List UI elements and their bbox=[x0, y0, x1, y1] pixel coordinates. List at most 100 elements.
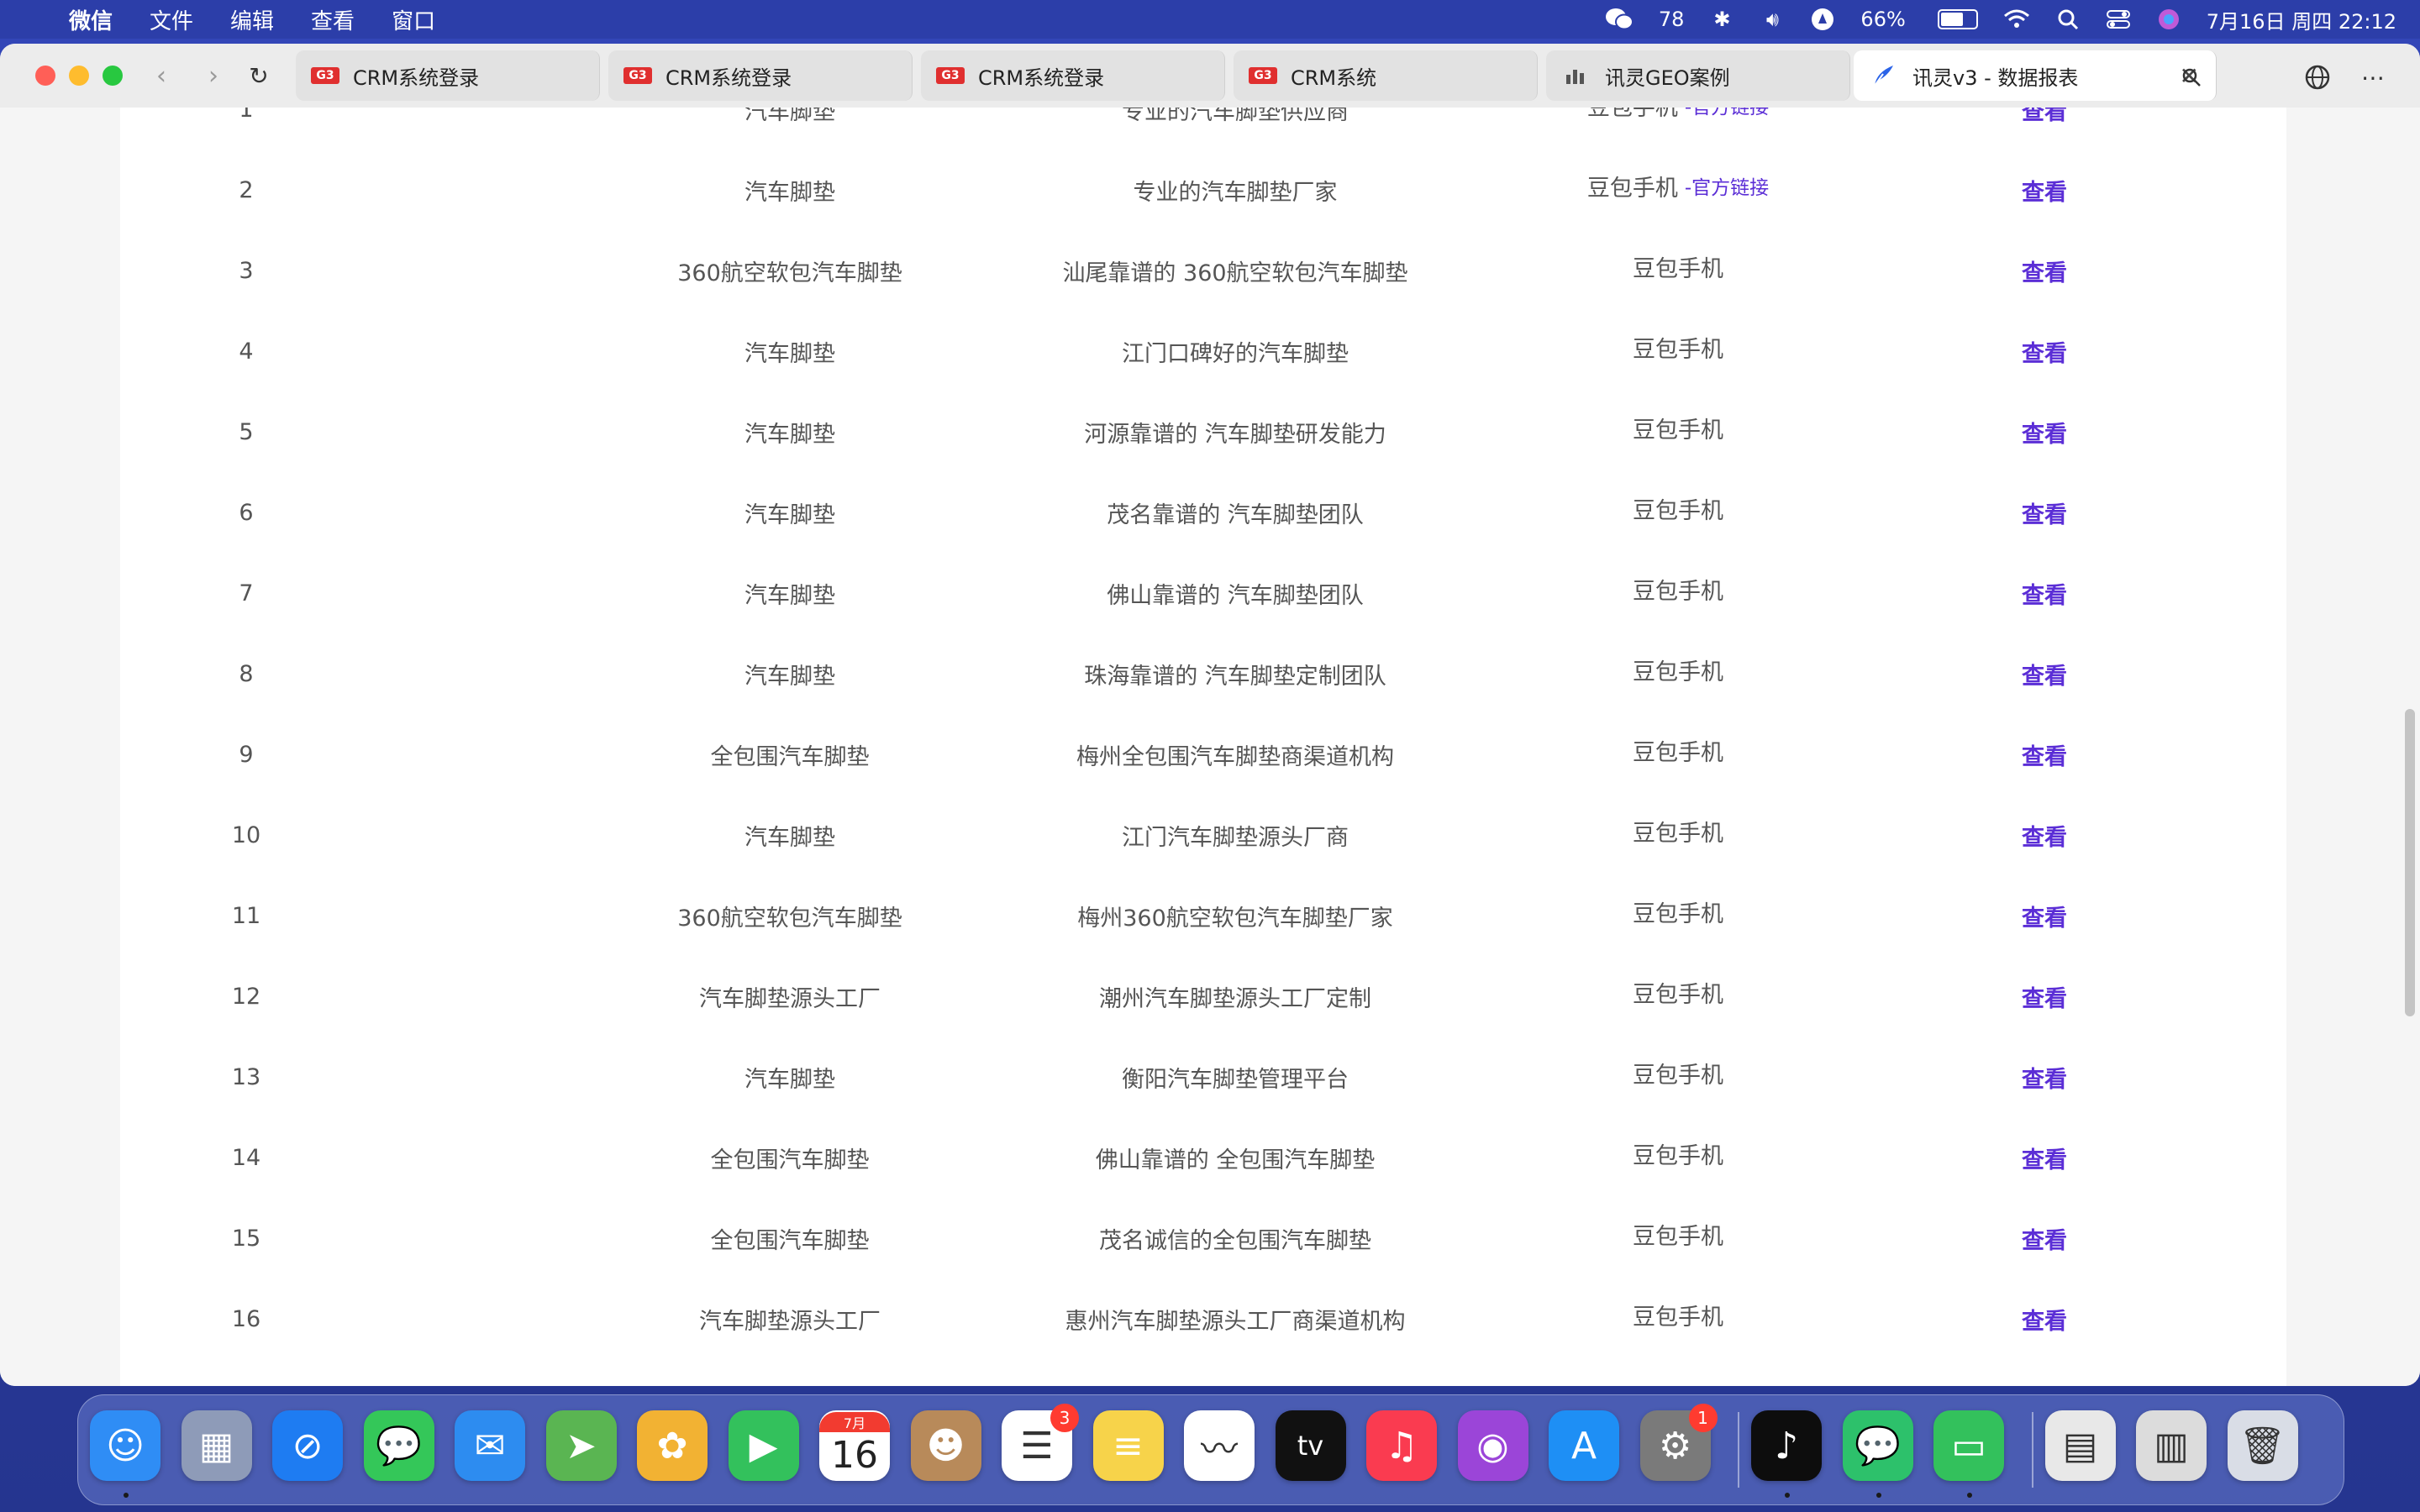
minimize-window-button[interactable] bbox=[69, 66, 89, 86]
view-link[interactable]: 查看 bbox=[2022, 577, 2067, 610]
view-link[interactable]: 查看 bbox=[2022, 980, 2067, 1013]
menu-edit[interactable]: 编辑 bbox=[230, 4, 274, 35]
freeform-icon[interactable]: 〰 bbox=[1184, 1410, 1255, 1481]
page-viewport[interactable]: 1 汽车脚垫 专业的汽车脚垫供应商 豆包手机 -官方链接 查看 2 汽车脚垫 专业的汽车脚垫厂家… bbox=[0, 108, 2420, 1386]
menu-bar-clock[interactable]: 7月16日 周四 22:12 bbox=[2207, 5, 2396, 34]
dock-glyph: ➤ bbox=[566, 1424, 597, 1467]
table-row: 7 汽车脚垫 佛山靠谱的 汽车脚垫团队 豆包手机 查看 bbox=[120, 553, 2286, 633]
maps-icon[interactable]: ➤ bbox=[545, 1410, 617, 1481]
tab-crm-login-1[interactable]: G3 CRM系统登录 bbox=[296, 50, 600, 101]
volume-icon[interactable]: 🔊︎ bbox=[1760, 7, 1785, 32]
spotlight-search-icon[interactable] bbox=[2055, 7, 2081, 32]
trash-icon[interactable]: 🗑 bbox=[2227, 1410, 2298, 1481]
apple-tv-icon[interactable]: tv bbox=[1275, 1410, 1346, 1481]
launchpad-icon[interactable]: ▦ bbox=[181, 1410, 252, 1481]
row-action: 查看 bbox=[1876, 391, 2212, 472]
view-link[interactable]: 查看 bbox=[2022, 900, 2067, 932]
view-link[interactable]: 查看 bbox=[2022, 1303, 2067, 1336]
view-link[interactable]: 查看 bbox=[2022, 496, 2067, 529]
view-link[interactable]: 查看 bbox=[2022, 1061, 2067, 1094]
tab-data-report[interactable]: 讯灵v3 - 数据报表 ✕ bbox=[1854, 50, 2217, 101]
close-window-button[interactable] bbox=[35, 66, 55, 86]
table-row: 9 全包围汽车脚垫 梅州全包围汽车脚垫商渠道机构 豆包手机 查看 bbox=[120, 714, 2286, 795]
platform-name: 豆包手机 bbox=[1633, 255, 1723, 282]
music-app-green-icon[interactable]: ♪ bbox=[1751, 1410, 1822, 1498]
finder-icon[interactable]: ☺ bbox=[90, 1410, 160, 1498]
battery-icon[interactable] bbox=[1937, 9, 1978, 29]
forward-arrow-icon[interactable]: › bbox=[197, 59, 230, 92]
row-platform: 豆包手机 bbox=[1426, 714, 1930, 795]
tab-search-icon[interactable] bbox=[2173, 59, 2210, 96]
facetime-icon[interactable]: ▶ bbox=[728, 1410, 799, 1481]
mail-icon[interactable]: ✉ bbox=[455, 1410, 525, 1481]
safari-icon[interactable]: ⊘ bbox=[272, 1410, 343, 1481]
official-link[interactable]: -官方链接 bbox=[1685, 108, 1769, 119]
music-icon[interactable]: ♫ bbox=[1366, 1410, 1437, 1481]
back-arrow-icon[interactable]: ‹ bbox=[145, 59, 178, 92]
tab-crm-login-2[interactable]: G3 CRM系统登录 bbox=[608, 50, 913, 101]
row-action: 查看 bbox=[1876, 875, 2212, 956]
platform-name: 豆包手机 bbox=[1633, 417, 1723, 444]
reminders-icon[interactable]: ☰ 3 bbox=[1002, 1404, 1079, 1481]
podcasts-icon[interactable]: ◉ bbox=[1457, 1410, 1528, 1481]
tab-geo-cases[interactable]: 讯灵GEO案例 bbox=[1546, 50, 1850, 101]
platform-name: 豆包手机 bbox=[1633, 1223, 1723, 1250]
row-action: 查看 bbox=[1876, 150, 2212, 230]
wifi-icon[interactable] bbox=[2003, 7, 2030, 32]
tab-crm-login-3[interactable]: G3 CRM系统登录 bbox=[921, 50, 1225, 101]
tab-label: CRM系统登录 bbox=[978, 66, 1105, 90]
tab-label: 讯灵GEO案例 bbox=[1605, 66, 1730, 90]
contacts-icon[interactable]: ☻ bbox=[910, 1410, 981, 1481]
platform-name: 豆包手机 bbox=[1586, 108, 1678, 121]
tab-label: CRM系统登录 bbox=[666, 66, 792, 90]
control-center-icon[interactable] bbox=[2106, 7, 2131, 32]
view-link[interactable]: 查看 bbox=[2022, 335, 2067, 368]
wechat-icon[interactable]: 💬 bbox=[1842, 1410, 1913, 1498]
view-link[interactable]: 查看 bbox=[2022, 658, 2067, 690]
view-link[interactable]: 查看 bbox=[2022, 819, 2067, 852]
document-file-icon[interactable]: ▤ bbox=[2044, 1410, 2116, 1481]
notes-icon[interactable]: ≡ bbox=[1092, 1410, 1164, 1481]
official-link[interactable]: -官方链接 bbox=[1685, 171, 1769, 200]
system-settings-icon[interactable]: ⚙ 1 bbox=[1639, 1404, 1718, 1481]
row-platform: 豆包手机 bbox=[1426, 230, 1930, 311]
tab-crm-system[interactable]: G3 CRM系统 bbox=[1234, 50, 1538, 101]
messages-icon[interactable]: 💬 bbox=[363, 1410, 434, 1481]
view-link[interactable]: 查看 bbox=[2022, 174, 2067, 207]
screenshot-file-icon[interactable]: ▥ bbox=[2136, 1410, 2207, 1481]
calendar-day: 16 bbox=[831, 1434, 878, 1477]
page-scrollbar[interactable] bbox=[2405, 709, 2415, 1016]
more-options-icon[interactable]: ⋯ bbox=[2354, 59, 2391, 96]
dock-glyph: ✿ bbox=[656, 1424, 688, 1467]
fullscreen-window-button[interactable] bbox=[103, 66, 123, 86]
view-link[interactable]: 查看 bbox=[2022, 738, 2067, 771]
view-link[interactable]: 查看 bbox=[2022, 1222, 2067, 1255]
dock-glyph: ◉ bbox=[1476, 1424, 1509, 1467]
reload-icon[interactable]: ↻ bbox=[242, 59, 276, 92]
photos-icon[interactable]: ✿ bbox=[637, 1410, 708, 1481]
menu-view[interactable]: 查看 bbox=[311, 4, 355, 35]
menu-file[interactable]: 文件 bbox=[150, 4, 193, 35]
siri-icon[interactable] bbox=[2156, 7, 2181, 32]
wechat-work-icon[interactable]: ▭ bbox=[1933, 1410, 2004, 1498]
dock-glyph: 💬 bbox=[1854, 1425, 1901, 1467]
view-link[interactable]: 查看 bbox=[2022, 255, 2067, 287]
wechat-status-icon[interactable] bbox=[1605, 7, 1634, 32]
bluetooth-icon[interactable]: ✱ bbox=[1709, 7, 1734, 32]
translate-globe-icon[interactable] bbox=[2299, 59, 2336, 96]
calendar-icon[interactable]: 7月 16 bbox=[819, 1410, 890, 1481]
view-link[interactable]: 查看 bbox=[2022, 108, 2067, 126]
table-row: 14 全包围汽车脚垫 佛山靠谱的 全包围汽车脚垫 豆包手机 查看 bbox=[120, 1117, 2286, 1198]
shortcut-status-icon[interactable] bbox=[1810, 7, 1835, 32]
view-link[interactable]: 查看 bbox=[2022, 1142, 2067, 1174]
app-store-icon[interactable]: A bbox=[1549, 1410, 1619, 1481]
app-menu-wechat[interactable]: 微信 bbox=[69, 4, 113, 35]
dock-glyph: A bbox=[1570, 1424, 1597, 1467]
table-row: 2 汽车脚垫 专业的汽车脚垫厂家 豆包手机 -官方链接 查看 bbox=[120, 150, 2286, 230]
platform-name: 豆包手机 bbox=[1633, 578, 1723, 605]
view-link[interactable]: 查看 bbox=[2022, 416, 2067, 449]
platform-name: 豆包手机 bbox=[1633, 900, 1723, 927]
row-number: 16 bbox=[231, 1305, 261, 1332]
menu-window[interactable]: 窗口 bbox=[392, 4, 435, 35]
g3-logo-icon: G3 bbox=[623, 67, 652, 84]
